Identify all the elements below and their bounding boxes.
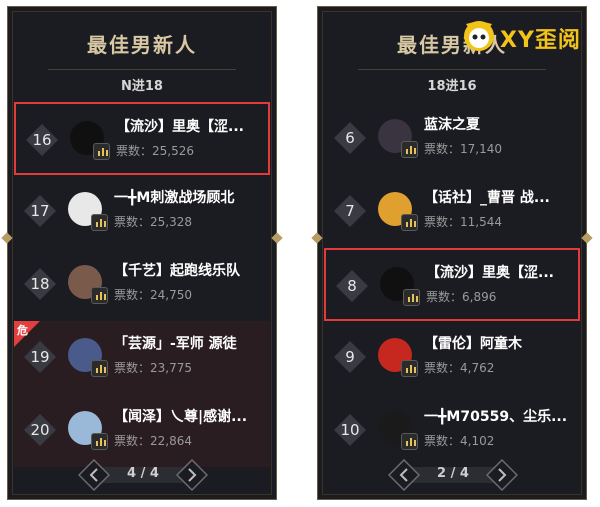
- vote-count: 票数：22,864: [114, 434, 193, 448]
- ranking-row[interactable]: 8 【流沙】里奥【涩... 票数：6,896: [324, 248, 580, 321]
- pagination: 4 / 4: [77, 458, 209, 492]
- ranking-row[interactable]: 16 【流沙】里奥【涩... 票数：25,526: [14, 102, 270, 175]
- rank-number: 19: [30, 348, 50, 366]
- rank-badge: 8: [334, 268, 370, 304]
- watermark-logo: XY歪阅: [462, 18, 594, 54]
- ranking-row[interactable]: 危 19 「芸源」-军师 源徒 票数：23,775: [14, 321, 270, 394]
- ranking-row[interactable]: 9 【雷伦】阿童木 票数：4,762: [324, 321, 580, 394]
- title-divider: [48, 69, 236, 70]
- rank-badge: 19: [22, 339, 58, 375]
- rank-badge: 7: [332, 193, 368, 229]
- bar-chart-icon[interactable]: [93, 143, 110, 160]
- rank-number: 10: [340, 421, 360, 439]
- bar-chart-icon[interactable]: [403, 289, 420, 306]
- bar-chart-icon[interactable]: [401, 141, 418, 158]
- bar-chart-icon[interactable]: [91, 433, 108, 450]
- right-ranking-panel: 最佳男新人 18进16 6 蓝沫之夏 票数：17,140 7 【话社】_曹晋 战…: [317, 6, 587, 500]
- panel-subtitle: 18进16: [427, 79, 477, 94]
- ranking-row[interactable]: 7 【话社】_曹晋 战... 票数：11,544: [324, 175, 580, 248]
- rank-badge: 20: [22, 412, 58, 448]
- bar-chart-icon[interactable]: [91, 287, 108, 304]
- panel-subtitle: N进18: [121, 79, 163, 94]
- danger-label: 危: [17, 324, 28, 337]
- chevron-right-icon[interactable]: [175, 458, 209, 492]
- left-ranking-panel: 最佳男新人 N进18 16 【流沙】里奥【涩... 票数：25,526 17 一…: [7, 6, 277, 500]
- vote-count: 票数：25,526: [116, 144, 195, 158]
- contestant-name[interactable]: 一╋M刺激战场顾北: [114, 187, 264, 207]
- bar-chart-icon[interactable]: [401, 360, 418, 377]
- ranking-row[interactable]: 17 一╋M刺激战场顾北 票数：25,328: [14, 175, 270, 248]
- rank-number: 18: [30, 275, 50, 293]
- rank-number: 16: [32, 131, 52, 149]
- rank-number: 7: [345, 202, 355, 220]
- bar-chart-icon[interactable]: [401, 433, 418, 450]
- vote-count: 票数：4,102: [424, 434, 495, 448]
- pagination: 2 / 4: [387, 458, 519, 492]
- rank-badge: 10: [332, 412, 368, 448]
- vote-count: 票数：23,775: [114, 361, 193, 375]
- contestant-name[interactable]: 【千艺】起跑线乐队: [114, 260, 264, 280]
- ranking-row[interactable]: 20 【闻泽】乀尊|感谢... 票数：22,864: [14, 394, 270, 467]
- title-divider: [358, 69, 546, 70]
- rank-number: 17: [30, 202, 50, 220]
- contestant-name[interactable]: 蓝沫之夏: [424, 114, 574, 134]
- rank-badge: 16: [24, 122, 60, 158]
- vote-count: 票数：17,140: [424, 142, 503, 156]
- ranking-row[interactable]: 6 蓝沫之夏 票数：17,140: [324, 102, 580, 175]
- contestant-name[interactable]: 【闻泽】乀尊|感谢...: [114, 406, 264, 426]
- contestant-name[interactable]: 【流沙】里奥【涩...: [116, 116, 266, 136]
- ranking-list: 6 蓝沫之夏 票数：17,140 7 【话社】_曹晋 战... 票数：11,54…: [324, 102, 580, 467]
- rank-badge: 9: [332, 339, 368, 375]
- logo-text: XY歪阅: [500, 28, 581, 53]
- ranking-list: 16 【流沙】里奥【涩... 票数：25,526 17 一╋M刺激战场顾北 票数…: [14, 102, 270, 467]
- vote-count: 票数：25,328: [114, 215, 193, 229]
- vote-count: 票数：11,544: [424, 215, 503, 229]
- contestant-name[interactable]: 【流沙】里奥【涩...: [426, 262, 576, 282]
- contestant-name[interactable]: 【话社】_曹晋 战...: [424, 187, 574, 207]
- vote-count: 票数：6,896: [426, 290, 497, 304]
- mascot-icon: [464, 21, 494, 51]
- panel-title: 最佳男新人: [87, 33, 197, 57]
- rank-number: 20: [30, 421, 50, 439]
- ranking-row[interactable]: 10 一╋M70559、尘乐... 票数：4,102: [324, 394, 580, 467]
- vote-count: 票数：4,762: [424, 361, 495, 375]
- contestant-name[interactable]: 一╋M70559、尘乐...: [424, 406, 574, 426]
- contestant-name[interactable]: 【雷伦】阿童木: [424, 333, 574, 353]
- rank-number: 6: [345, 129, 355, 147]
- bar-chart-icon[interactable]: [91, 214, 108, 231]
- rank-badge: 6: [332, 120, 368, 156]
- vote-count: 票数：24,750: [114, 288, 193, 302]
- ranking-row[interactable]: 18 【千艺】起跑线乐队 票数：24,750: [14, 248, 270, 321]
- bar-chart-icon[interactable]: [91, 360, 108, 377]
- bar-chart-icon[interactable]: [401, 214, 418, 231]
- rank-number: 8: [347, 277, 357, 295]
- chevron-right-icon[interactable]: [485, 458, 519, 492]
- rank-badge: 17: [22, 193, 58, 229]
- contestant-name[interactable]: 「芸源」-军师 源徒: [114, 333, 264, 353]
- rank-number: 9: [345, 348, 355, 366]
- rank-badge: 18: [22, 266, 58, 302]
